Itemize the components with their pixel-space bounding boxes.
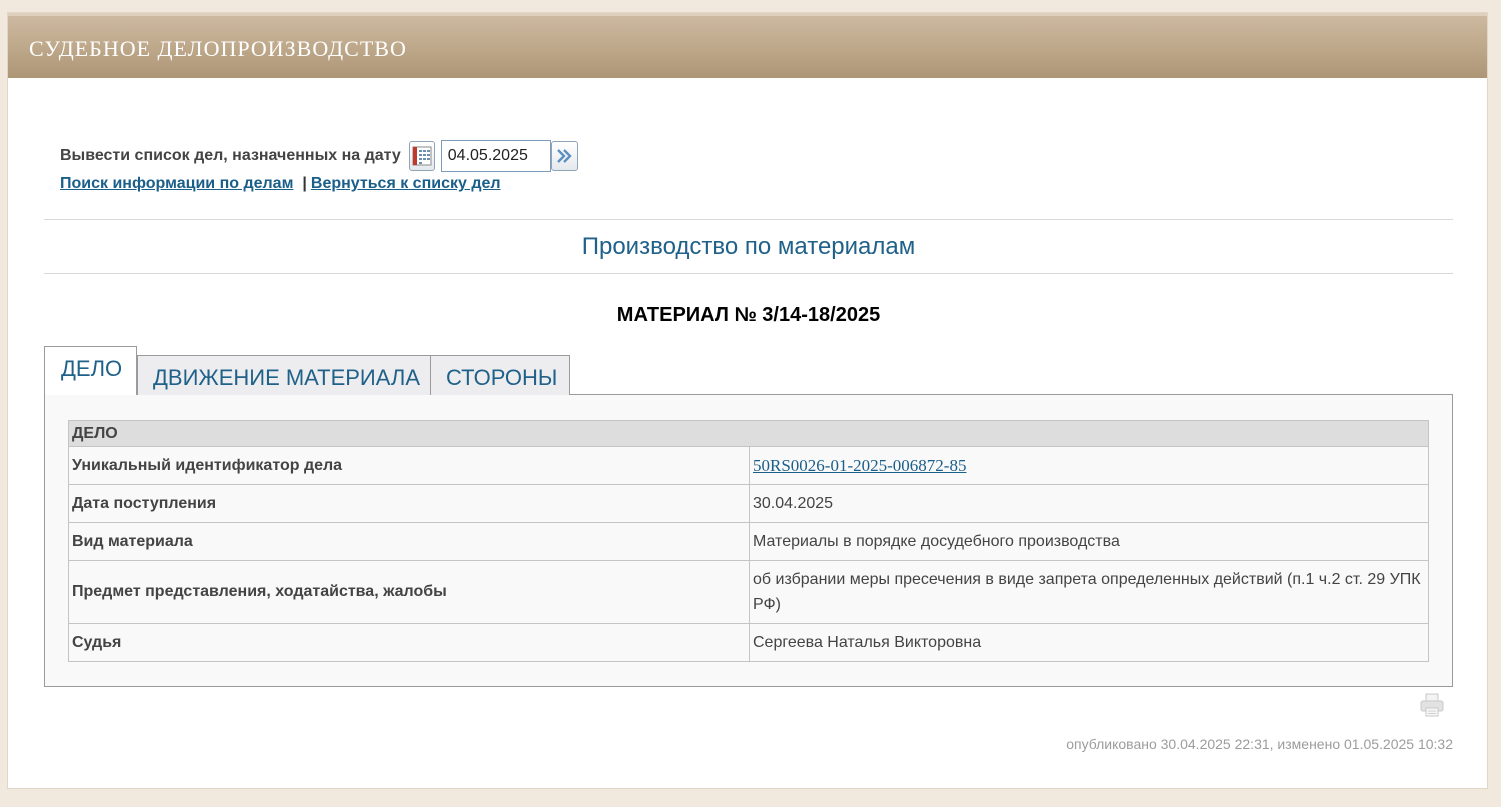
table-row: Уникальный идентификатор дела 50RS0026-0…	[68, 446, 1429, 485]
table-row: Дата поступления 30.04.2025	[68, 484, 1429, 523]
date-input[interactable]	[440, 140, 551, 172]
case-info-table: ДЕЛО Уникальный идентификатор дела 50RS0…	[68, 420, 1429, 662]
table-heading-row: ДЕЛО	[68, 420, 1429, 447]
double-chevron-right-icon[interactable]	[550, 141, 578, 171]
site-title: СУДЕБНОЕ ДЕЛОПРОИЗВОДСТВО	[29, 36, 407, 61]
date-filter: Вывести список дел, назначенных на дату	[60, 140, 578, 172]
row-label: Предмет представления, ходатайства, жало…	[68, 560, 750, 624]
row-value: 30.04.2025	[749, 484, 1429, 523]
page-frame: СУДЕБНОЕ ДЕЛОПРОИЗВОДСТВО Вывести список…	[7, 12, 1488, 789]
site-header: СУДЕБНОЕ ДЕЛОПРОИЗВОДСТВО	[8, 13, 1487, 78]
row-value: Материалы в порядке досудебного производ…	[749, 522, 1429, 561]
link-separator: |	[302, 175, 307, 192]
tab-case[interactable]: ДЕЛО	[44, 346, 137, 395]
table-row: Вид материала Материалы в порядке досуде…	[68, 522, 1429, 561]
tab-parties[interactable]: СТОРОНЫ	[430, 355, 570, 395]
row-value: об избрании меры пресечения в виде запре…	[749, 560, 1429, 624]
section-title: Производство по материалам	[581, 233, 916, 260]
tab-material-movement[interactable]: ДВИЖЕНИЕ МАТЕРИАЛА	[137, 355, 431, 395]
row-label: Уникальный идентификатор дела	[68, 446, 750, 485]
material-title: МАТЕРИАЛ № 3/14-18/2025	[616, 304, 881, 326]
table-heading: ДЕЛО	[68, 420, 1429, 447]
calendar-icon[interactable]	[408, 141, 435, 171]
row-label: Вид материала	[68, 522, 750, 561]
nav-links: Поиск информации по делам | Вернуться к сп…	[60, 175, 501, 193]
printer-icon[interactable]	[1418, 691, 1446, 719]
tab-panel-case: ДЕЛО Уникальный идентификатор дела 50RS0…	[44, 394, 1453, 687]
divider-bottom	[44, 273, 1453, 274]
published-info: опубликовано 30.04.2025 22:31, изменено …	[1066, 736, 1453, 752]
table-row: Предмет представления, ходатайства, жало…	[68, 560, 1429, 624]
search-cases-link[interactable]: Поиск информации по делам	[60, 175, 293, 192]
row-label: Дата поступления	[68, 484, 750, 523]
date-filter-label: Вывести список дел, назначенных на дату	[60, 147, 401, 164]
row-value: 50RS0026-01-2025-006872-85	[749, 446, 1429, 485]
row-label: Судья	[68, 623, 750, 662]
divider-top	[44, 219, 1453, 220]
back-to-list-link[interactable]: Вернуться к списку дел	[311, 175, 501, 192]
case-uid-link[interactable]: 50RS0026-01-2025-006872-85	[753, 456, 966, 475]
table-row: Судья Сергеева Наталья Викторовна	[68, 623, 1429, 662]
row-value: Сергеева Наталья Викторовна	[749, 623, 1429, 662]
